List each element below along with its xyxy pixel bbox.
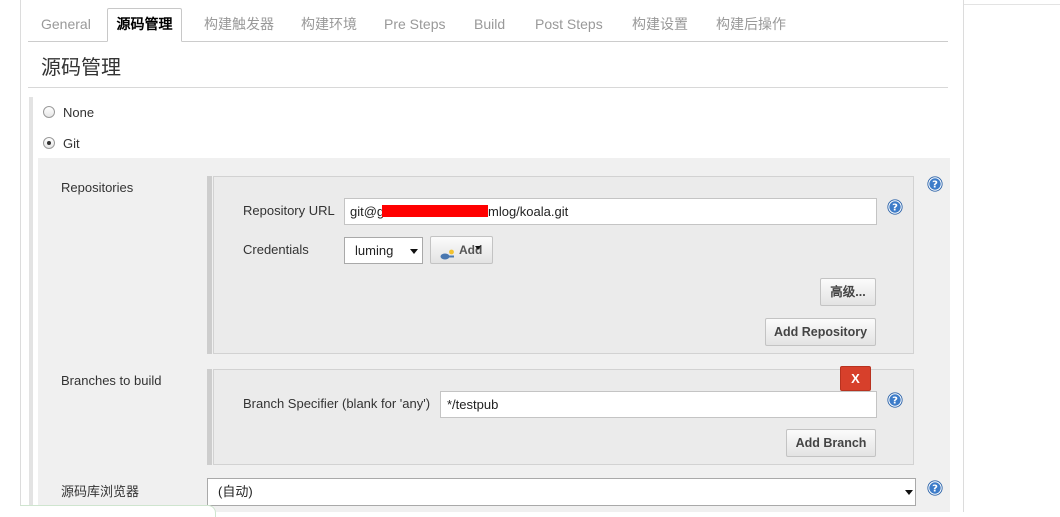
- tab-pre-steps[interactable]: Pre Steps: [384, 8, 445, 42]
- tab-source-code-management[interactable]: 源码管理: [107, 8, 182, 42]
- tab-post-build-actions[interactable]: 构建后操作: [716, 8, 786, 42]
- svg-text:?: ?: [892, 203, 898, 214]
- tab-build-settings[interactable]: 构建设置: [632, 8, 688, 42]
- section-left-bar: [29, 97, 33, 512]
- scm-none-radio[interactable]: [43, 106, 55, 118]
- add-credentials-label: Add: [459, 243, 483, 257]
- repository-browser-select[interactable]: (自动): [207, 478, 916, 506]
- svg-text:?: ?: [932, 180, 938, 191]
- redaction-mask: [382, 205, 488, 217]
- help-icon[interactable]: ?: [887, 199, 903, 215]
- branches-to-build-label: Branches to build: [61, 373, 162, 388]
- help-icon[interactable]: ?: [887, 392, 903, 408]
- scm-git-label[interactable]: Git: [63, 136, 80, 152]
- section-title: 源码管理: [41, 57, 121, 79]
- key-icon: [440, 244, 456, 270]
- branch-specifier-label: Branch Specifier (blank for 'any'): [243, 396, 431, 411]
- tab-post-steps[interactable]: Post Steps: [535, 8, 603, 42]
- tab-build[interactable]: Build: [474, 8, 505, 42]
- repository-browser-label: 源码库浏览器: [61, 484, 140, 499]
- repository-browser-selected-value: (自动): [218, 484, 253, 499]
- scm-git-radio[interactable]: [43, 137, 55, 149]
- tab-build-environment[interactable]: 构建环境: [301, 8, 357, 42]
- tab-general[interactable]: General: [41, 8, 91, 42]
- scm-none-label[interactable]: None: [63, 105, 94, 121]
- repository-url-input[interactable]: git@g mlog/koala.git: [344, 198, 877, 225]
- section-title-divider: [28, 87, 948, 88]
- repositories-label: Repositories: [61, 180, 134, 195]
- credentials-label: Credentials: [243, 242, 309, 257]
- chevron-down-icon: [410, 249, 418, 254]
- bottom-sticky-bar: [20, 505, 216, 517]
- credentials-select[interactable]: luming: [344, 237, 423, 264]
- add-repository-button[interactable]: Add Repository: [765, 318, 876, 346]
- svg-text:?: ?: [932, 484, 938, 495]
- tab-build-triggers[interactable]: 构建触发器: [204, 8, 274, 42]
- add-credentials-button[interactable]: Add: [430, 236, 493, 264]
- help-icon[interactable]: ?: [927, 176, 943, 192]
- branches-box-handle: [207, 369, 212, 465]
- branch-specifier-input[interactable]: [440, 391, 877, 418]
- repositories-box-handle: [207, 176, 212, 354]
- advanced-button[interactable]: 高级...: [820, 278, 876, 306]
- repository-url-label: Repository URL: [243, 203, 335, 218]
- delete-branch-button[interactable]: X: [840, 366, 871, 391]
- chevron-down-icon: [905, 490, 913, 495]
- repository-url-suffix: mlog/koala.git: [488, 204, 569, 219]
- credentials-selected-value: luming: [355, 243, 394, 258]
- page-header-border: [963, 4, 1060, 5]
- svg-text:?: ?: [892, 396, 898, 407]
- add-branch-button[interactable]: Add Branch: [786, 429, 876, 457]
- repository-url-prefix: git@g: [350, 204, 385, 219]
- dropdown-triangle-icon: [475, 246, 481, 250]
- help-icon[interactable]: ?: [927, 480, 943, 496]
